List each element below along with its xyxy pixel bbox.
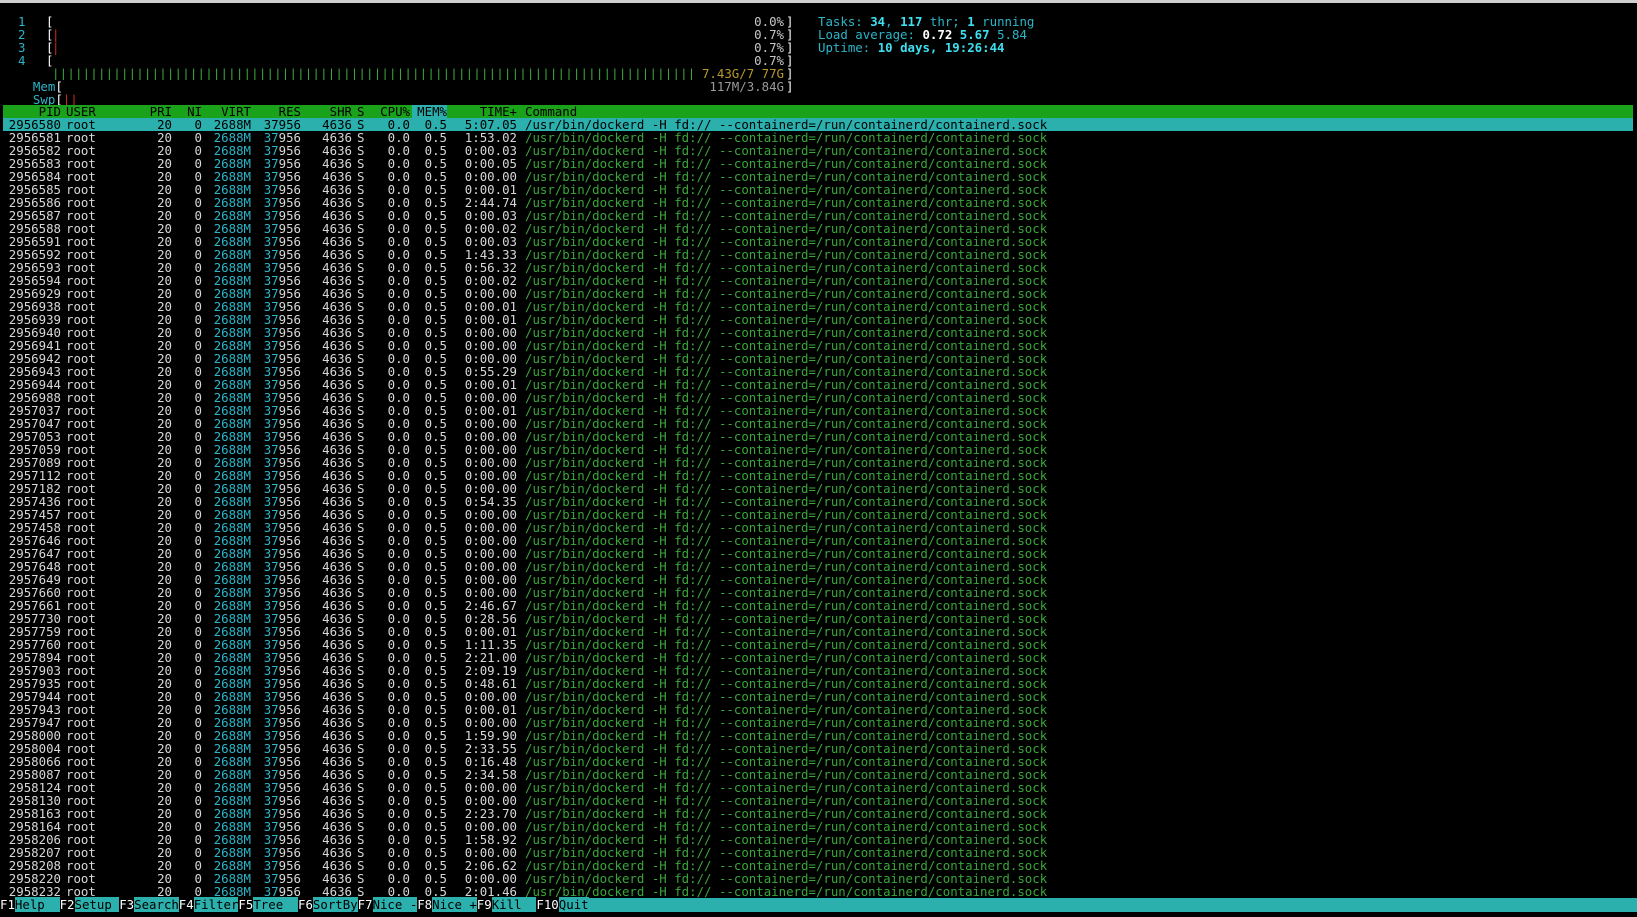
fkey-f10-key: F10: [536, 897, 559, 912]
cpu-3-bar: |: [52, 40, 60, 55]
fkey-f5[interactable]: F5Tree: [238, 897, 299, 912]
swp-meter-label: Swp[||: [32, 92, 78, 107]
fkey-f2[interactable]: F2Setup: [59, 897, 120, 912]
cpu-4-bracket-open: [: [46, 53, 54, 68]
fkey-f3[interactable]: F3Search: [119, 897, 179, 912]
fkey-f2-key: F2: [59, 897, 75, 912]
fkey-f10-label: Quit: [558, 897, 589, 912]
fkey-f1-label: Help: [14, 897, 60, 912]
fkey-f9-key: F9: [476, 897, 492, 912]
fkey-f1[interactable]: F1Help: [0, 897, 60, 912]
fkey-f9[interactable]: F9Kill: [476, 897, 537, 912]
fkey-f7-label: Nice -: [372, 897, 418, 912]
fkey-f6-key: F6: [298, 897, 313, 912]
swp-meter-value: 117M/3.84G: [709, 79, 784, 94]
fkey-f8[interactable]: F8Nice +: [417, 897, 477, 912]
fkey-f4[interactable]: F4Filter: [178, 897, 239, 912]
fkey-f5-label: Tree: [253, 897, 299, 912]
fkey-f7-key: F7: [357, 897, 373, 912]
fkey-f3-key: F3: [119, 897, 135, 912]
fkey-f4-key: F4: [178, 897, 194, 912]
fkey-f5-key: F5: [238, 897, 254, 912]
mem-meter-bar: ||||||||||||||||||||||||||||||||||||||||…: [52, 67, 696, 80]
window-top-border: [0, 0, 1637, 3]
fkey-f8-key: F8: [417, 897, 433, 912]
fkey-f8-label: Nice +: [432, 897, 477, 912]
fkey-f9-label: Kill: [491, 897, 537, 912]
fkey-f7[interactable]: F7Nice -: [357, 897, 418, 912]
fkey-f10[interactable]: F10Quit: [536, 897, 589, 912]
uptime: Uptime: 10 days, 19:26:44: [818, 40, 1005, 55]
fkey-f1-key: F1: [0, 897, 15, 912]
fkey-f6[interactable]: F6SortBy: [298, 897, 358, 912]
fkey-f3-label: Search: [134, 897, 179, 912]
swp-meter-close: ]: [786, 79, 794, 94]
uptime-value: 10 days, 19:26:44: [877, 40, 1005, 55]
cell-command: /usr/bin/dockerd -H fd:// --containerd=/…: [525, 884, 1048, 899]
fkey-f2-label: Setup: [74, 897, 120, 912]
fkey-f6-label: SortBy: [312, 897, 358, 912]
cpu-4-label: 4: [18, 53, 26, 68]
fkey-f4-label: Filter: [193, 897, 239, 912]
function-key-bar: F1Help F2Setup F3Search F4Filter F5Tree F6…: [0, 897, 1637, 912]
